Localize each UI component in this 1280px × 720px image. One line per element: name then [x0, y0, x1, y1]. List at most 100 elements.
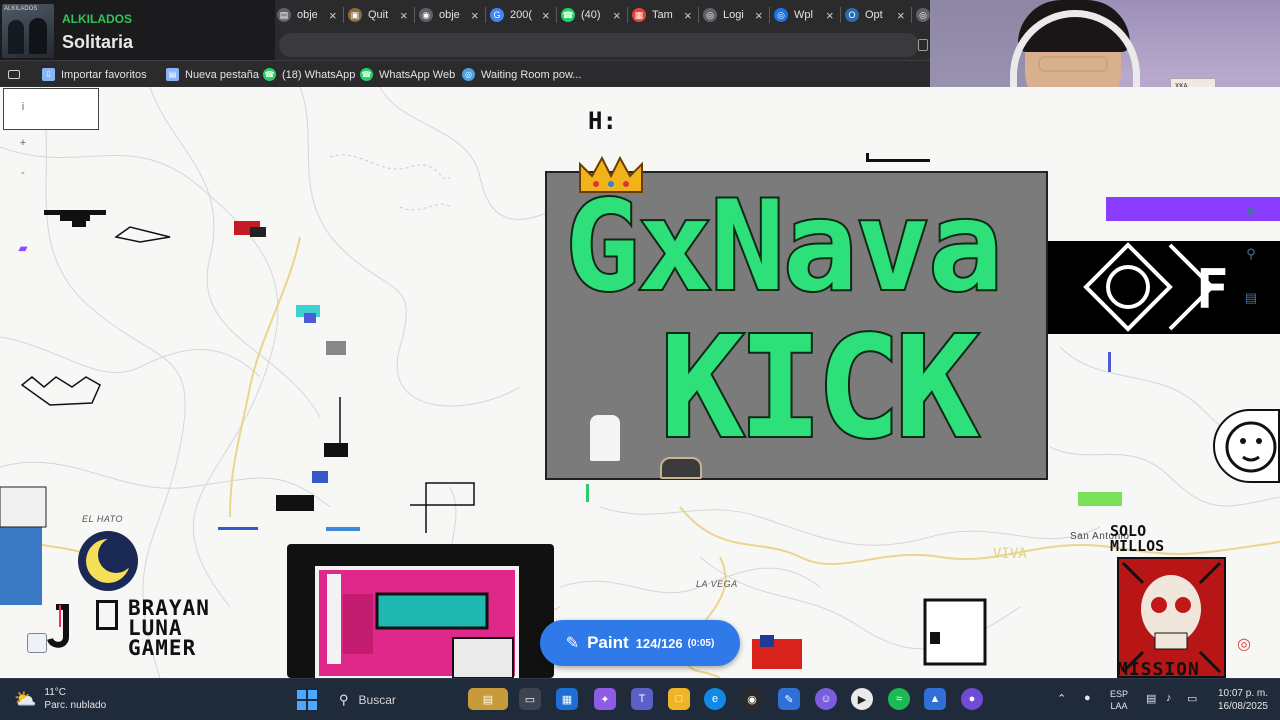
slides-icon: ▦ [632, 8, 646, 22]
browser-tab-2[interactable]: ◉ obje × [419, 3, 479, 27]
weather-widget[interactable]: ⛅ 11°C Parc. nublado [14, 686, 106, 712]
gxnava-title: GxNava [563, 175, 1005, 319]
canvas-options-icon[interactable] [27, 633, 47, 653]
browser-tab-0[interactable]: ▤ obje × [277, 3, 337, 27]
bookmark-label: (18) WhatsApp [282, 68, 356, 81]
file-explorer-icon[interactable]: □ [668, 688, 690, 710]
paint-button[interactable]: ✎ Paint 124/126 (0:05) [540, 620, 740, 666]
newtab-icon: ▤ [166, 68, 179, 81]
editor-icon[interactable]: ✎ [778, 688, 800, 710]
right-toolbar: ☻ ⚲ ▤ [1238, 197, 1264, 329]
browser-tab-7[interactable]: ◎ Wpl × [774, 3, 834, 27]
browser-tab-4[interactable]: ☎ (40) × [561, 3, 621, 27]
close-tab-icon[interactable]: × [684, 8, 692, 23]
art-text-viva: VIVA [993, 546, 1027, 562]
close-tab-icon[interactable]: × [329, 8, 337, 23]
close-tab-icon[interactable]: × [826, 8, 834, 23]
ghost-sprite [590, 415, 620, 461]
task-view-icon[interactable]: ▭ [519, 688, 541, 710]
brush-icon: ✎ [565, 635, 580, 652]
edge-icon[interactable]: e [704, 688, 726, 710]
close-tab-icon[interactable]: × [542, 8, 550, 23]
whatsapp-icon: ☎ [360, 68, 373, 81]
split-view-icon[interactable] [918, 39, 928, 51]
tab-label: Logi [723, 9, 744, 21]
tab-separator [556, 7, 557, 23]
leaderboard-icon[interactable]: ▤ [1238, 285, 1264, 311]
locate-icon[interactable]: ◎ [1232, 632, 1256, 656]
weather-temp: 11°C [44, 687, 67, 698]
tab-strip: ▤ obje × ▣ Quit × ◉ obje × G 200(× ☎ (40) × ▦ Tam × ◎ Logi… [275, 0, 976, 30]
volume-icon[interactable]: ♪ [1166, 692, 1172, 704]
community-icon[interactable]: ☻ [1238, 197, 1264, 223]
windows-taskbar: ⛅ 11°C Parc. nublado ⚲ Buscar ▤ ▭ ▦ ✦ T … [0, 678, 1280, 720]
spotify-icon[interactable]: ≈ [888, 688, 910, 710]
close-tab-icon[interactable]: × [400, 8, 408, 23]
media-player-icon[interactable]: ▶ [851, 688, 873, 710]
paint-timer: (0:05) [687, 637, 715, 649]
tab-separator [769, 7, 770, 23]
bookmark-3[interactable]: ☎ WhatsApp Web [360, 66, 455, 83]
taskbar-clock[interactable]: 10:07 p. m. 16/08/2025 [1208, 687, 1268, 713]
twitch-icon[interactable]: ▰ [8, 237, 38, 259]
start-button-icon[interactable] [297, 690, 317, 710]
bookmark-label: Importar favoritos [61, 68, 147, 81]
close-tab-icon[interactable]: × [613, 8, 621, 23]
google-icon: G [490, 8, 504, 22]
copilot-icon[interactable]: ✦ [594, 688, 616, 710]
bookmarks-menu-icon[interactable] [8, 66, 26, 83]
bookmark-0[interactable]: ⇩ Importar favoritos [42, 66, 147, 83]
tab-label: obje [297, 9, 318, 21]
bookmark-2[interactable]: ☎ (18) WhatsApp [263, 66, 355, 83]
bookmark-label: WhatsApp Web [379, 68, 456, 81]
chrome-icon: ◉ [419, 8, 433, 22]
close-tab-icon[interactable]: × [755, 8, 763, 23]
chrome-icon[interactable]: ◉ [741, 688, 763, 710]
close-tab-icon[interactable]: × [471, 8, 479, 23]
app-icon[interactable]: ● [961, 688, 983, 710]
browser-tab-3[interactable]: G 200( × [490, 3, 550, 27]
browser-tab-1[interactable]: ▣ Quit × [348, 3, 408, 27]
document-icon: ▤ [277, 8, 291, 22]
microphone-icon[interactable]: ● [1084, 692, 1091, 704]
browser-tab-8[interactable]: O Opt × [845, 3, 905, 27]
whatsapp-icon: ☎ [263, 68, 276, 81]
store-icon[interactable]: ▦ [556, 688, 578, 710]
pixel-canvas[interactable]: i + - ▰ EL HATO LA VEGA San Antonio H: G… [0, 87, 1280, 678]
close-tab-icon[interactable]: × [897, 8, 905, 23]
tab-label: 200( [510, 9, 533, 21]
browser-tab-6[interactable]: ◎ Logi × [703, 3, 763, 27]
tab-label: Opt [865, 9, 883, 21]
tab-separator [911, 7, 912, 23]
zoom-in-button[interactable]: + [8, 130, 38, 156]
tab-separator [698, 7, 699, 23]
tray-chevron-icon[interactable]: ⌃ [1057, 692, 1066, 705]
battery-icon[interactable]: ▭ [1187, 692, 1197, 705]
zoom-out-button[interactable]: - [8, 160, 38, 186]
browser-tab-5[interactable]: ▦ Tam × [632, 3, 692, 27]
pixel-frame [96, 600, 118, 630]
tab-label: obje [439, 9, 460, 21]
news-widget-icon[interactable]: ▤ [468, 688, 508, 710]
bookmark-4[interactable]: ◎ Waiting Room pow... [462, 66, 581, 83]
art-text-mission: MISSION [1117, 659, 1200, 678]
o-icon: O [845, 8, 859, 22]
search-map-icon[interactable]: ⚲ [1238, 241, 1264, 267]
art-text-millos: MILLOS [1110, 537, 1165, 555]
network-icon[interactable]: ▤ [1146, 692, 1156, 705]
tab-label: Tam [652, 9, 673, 21]
language-indicator[interactable]: ESP LAA [1110, 688, 1128, 712]
address-input[interactable] [279, 33, 919, 57]
teams-icon[interactable]: T [631, 688, 653, 710]
weather-cloud-icon: ⛅ [14, 688, 37, 709]
info-button[interactable]: i [8, 94, 38, 120]
weather-desc: Parc. nublado [44, 700, 107, 711]
discord-icon[interactable]: ☺ [815, 688, 837, 710]
image-icon: ▣ [348, 8, 362, 22]
pixel-art-h: H: [588, 107, 617, 135]
photos-icon[interactable]: ▲ [924, 688, 946, 710]
tab-label: Quit [368, 9, 389, 21]
globe-icon: ◎ [703, 8, 717, 22]
bookmark-1[interactable]: ▤ Nueva pestaña [166, 66, 259, 83]
tab-separator [485, 7, 486, 23]
